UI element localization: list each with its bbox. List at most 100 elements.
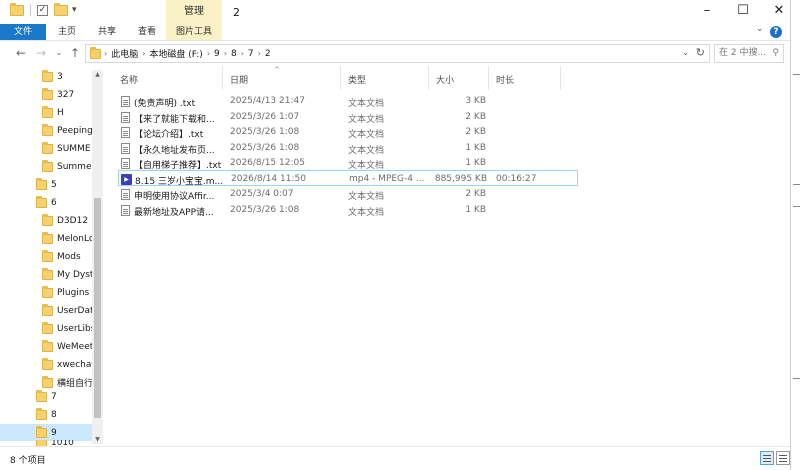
refresh-icon[interactable]: ↻: [696, 46, 705, 59]
breadcrumb-2[interactable]: 2: [265, 49, 271, 59]
nav-item-peeping[interactable]: Peeping: [42, 122, 92, 139]
breadcrumb-7[interactable]: 7: [248, 49, 254, 59]
tab-file[interactable]: 文件: [0, 24, 46, 40]
folder-icon: [42, 321, 53, 334]
search-icon: ⚲: [772, 48, 779, 58]
video-file-icon: ▶: [121, 174, 132, 185]
search-placeholder: 在 2 中搜...: [719, 48, 767, 58]
new-folder-icon[interactable]: [54, 2, 68, 16]
column-divider[interactable]: [488, 66, 489, 90]
breadcrumb-drive[interactable]: 本地磁盘 (F:): [149, 47, 202, 60]
nav-item-melonloader[interactable]: MelonLo: [42, 230, 92, 247]
file-row[interactable]: 【论坛介绍】.txt 2025/3/26 1:08 文本文档 2 KB: [118, 124, 678, 140]
folder-icon: [42, 213, 53, 226]
ribbon-tabs: 文件 主页 共享 查看 图片工具 ⌄ ?: [0, 24, 790, 40]
tab-share[interactable]: 共享: [92, 24, 122, 40]
up-arrow-icon[interactable]: ↑: [68, 45, 82, 61]
address-bar[interactable]: › 此电脑 › 本地磁盘 (F:) › 9 › 8 › 7 › 2 ⌄ ↻: [85, 44, 710, 63]
file-row[interactable]: 最新地址及APP请... 2025/3/26 1:08 文本文档 1 KB: [118, 202, 678, 218]
minimize-icon[interactable]: –: [700, 4, 714, 18]
breadcrumb-separator-icon[interactable]: ›: [207, 49, 210, 58]
file-size: 2 KB: [465, 127, 486, 137]
nav-item-6[interactable]: 6: [36, 194, 92, 211]
folder-icon[interactable]: [10, 2, 24, 16]
manage-context-tab[interactable]: 管理: [166, 0, 222, 24]
back-arrow-icon[interactable]: ←: [14, 45, 28, 61]
column-header-name[interactable]: 名称: [120, 73, 138, 86]
column-divider[interactable]: [428, 66, 429, 90]
column-header-size[interactable]: 大小: [436, 73, 454, 86]
recent-locations-chevron-icon[interactable]: ⌄: [52, 45, 66, 61]
breadcrumb-separator-icon[interactable]: ›: [258, 49, 261, 58]
breadcrumb-8[interactable]: 8: [231, 49, 237, 59]
file-size: 1 KB: [465, 205, 486, 215]
file-name: (免责声明) .txt: [134, 99, 196, 109]
maximize-icon[interactable]: ☐: [736, 4, 750, 18]
large-icons-view-icon[interactable]: [776, 451, 790, 465]
file-row-selected[interactable]: ▶ 8.15 三岁小宝宝.m... 2026/8/14 11:50 mp4 - …: [118, 170, 578, 187]
text-file-icon: [121, 112, 130, 123]
nav-item-5[interactable]: 5: [36, 176, 92, 193]
nav-item-userdata[interactable]: UserDat: [42, 302, 92, 319]
nav-item-9[interactable]: 9: [0, 424, 92, 441]
folder-icon: [42, 159, 53, 172]
nav-item-userlibs[interactable]: UserLibs: [42, 320, 92, 337]
customize-toolbar-chevron-icon[interactable]: ▾: [72, 5, 77, 15]
nav-item-my-dyst[interactable]: My Dyst: [42, 266, 92, 283]
help-icon[interactable]: ?: [770, 26, 782, 38]
search-input[interactable]: 在 2 中搜... ⚲: [714, 44, 784, 63]
file-row[interactable]: 【自用梯子推荐】.txt 2026/8/15 12:05 文本文档 1 KB: [118, 155, 678, 171]
tab-picture-tools[interactable]: 图片工具: [166, 24, 222, 40]
file-row[interactable]: (免责声明) .txt 2025/4/13 21:47 文本文档 3 KB: [118, 93, 678, 109]
breadcrumb-separator-icon[interactable]: ›: [241, 49, 244, 58]
nav-item-mods[interactable]: Mods: [42, 248, 92, 265]
tab-home[interactable]: 主页: [52, 24, 82, 40]
file-name: 最新地址及APP请...: [134, 208, 214, 218]
nav-item-7[interactable]: 7: [36, 388, 92, 405]
column-header-type[interactable]: 类型: [348, 73, 366, 86]
breadcrumb-separator-icon[interactable]: ›: [142, 49, 145, 58]
breadcrumb-this-pc[interactable]: 此电脑: [111, 47, 138, 60]
file-type: 文本文档: [348, 192, 385, 202]
background-line: [793, 184, 800, 185]
file-date: 2025/3/4 0:07: [230, 189, 294, 199]
window-title: 2: [233, 6, 240, 19]
scroll-down-arrow-icon[interactable]: ▼: [92, 436, 103, 443]
breadcrumb-separator-icon[interactable]: ›: [224, 49, 227, 58]
column-divider[interactable]: [560, 66, 561, 90]
close-icon[interactable]: ✕: [772, 4, 786, 18]
forward-arrow-icon[interactable]: →: [34, 45, 48, 61]
file-row[interactable]: 【永久地址发布页... 2025/3/26 1:08 文本文档 1 KB: [118, 140, 678, 156]
nav-item-327[interactable]: 327: [42, 86, 92, 103]
nav-item-wemeet[interactable]: WeMeet: [42, 338, 92, 355]
nav-item-8[interactable]: 8: [36, 406, 92, 423]
scrollbar-thumb[interactable]: [94, 198, 101, 418]
scroll-up-arrow-icon[interactable]: ▲: [92, 71, 103, 78]
nav-item-3[interactable]: 3: [42, 68, 92, 85]
nav-item-h[interactable]: H: [42, 104, 92, 121]
nav-scrollbar[interactable]: ▲ ▼: [92, 70, 103, 444]
file-row[interactable]: 【来了就能下载和... 2025/3/26 1:07 文本文档 2 KB: [118, 109, 678, 125]
text-file-icon: [121, 205, 130, 216]
address-dropdown-chevron-icon[interactable]: ⌄: [682, 48, 689, 57]
expand-ribbon-chevron-icon[interactable]: ⌄: [756, 24, 764, 34]
properties-check-icon[interactable]: ✓: [37, 4, 48, 16]
folder-icon: [42, 87, 53, 100]
status-bar: 8 个项目: [0, 446, 800, 470]
nav-item-plugins[interactable]: Plugins: [42, 284, 92, 301]
tab-view[interactable]: 查看: [132, 24, 162, 40]
file-date: 2025/4/13 21:47: [230, 96, 305, 106]
column-divider[interactable]: [340, 66, 341, 90]
nav-item-xwechat[interactable]: xwechat: [42, 356, 92, 373]
breadcrumb-9[interactable]: 9: [214, 49, 220, 59]
column-header-date[interactable]: 日期: [230, 73, 248, 86]
column-divider[interactable]: [222, 66, 223, 90]
file-row[interactable]: 申明使用协议Affir... 2025/3/4 0:07 文本文档 2 KB: [118, 186, 678, 202]
details-view-icon[interactable]: [760, 451, 774, 465]
breadcrumb-separator-icon[interactable]: ›: [104, 49, 107, 58]
nav-item-summer[interactable]: Summer: [42, 158, 92, 175]
column-header-duration[interactable]: 时长: [496, 73, 514, 86]
nav-item-d3d12[interactable]: D3D12: [42, 212, 92, 229]
nav-item-summe[interactable]: SUMME: [42, 140, 92, 157]
background-line: [793, 74, 800, 75]
